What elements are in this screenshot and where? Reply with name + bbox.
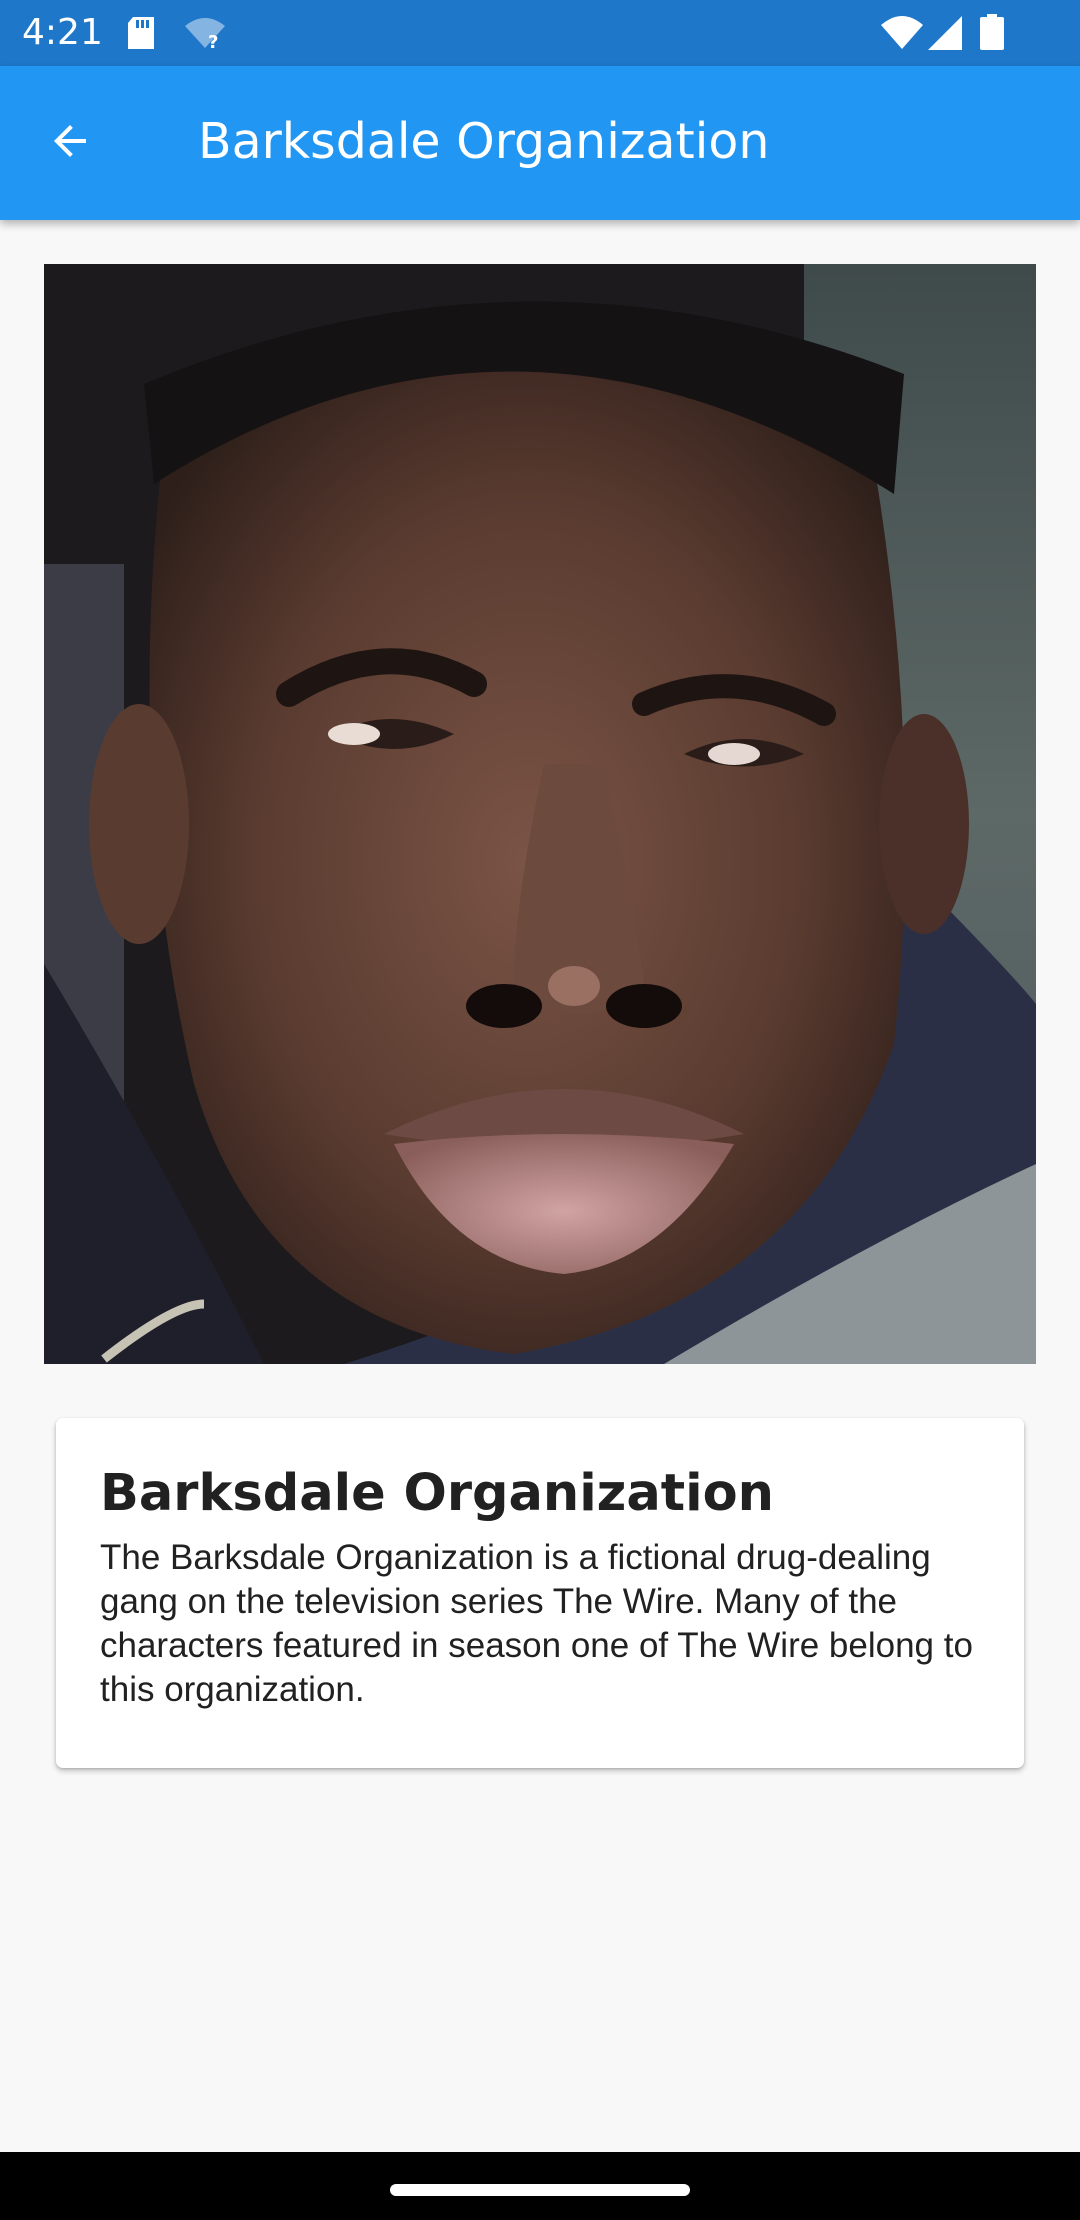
back-button[interactable]	[30, 103, 110, 183]
status-time: 4:21	[22, 12, 103, 53]
wifi-icon	[880, 16, 924, 54]
arrow-back-icon	[46, 117, 94, 169]
app-bar: Barksdale Organization	[0, 66, 1080, 220]
battery-icon	[980, 14, 1004, 54]
page-title: Barksdale Organization	[198, 113, 770, 170]
wifi-question-icon: ?	[184, 18, 226, 54]
info-card: Barksdale Organization The Barksdale Org…	[56, 1418, 1024, 1768]
home-gesture-handle[interactable]	[390, 2184, 690, 2196]
card-title: Barksdale Organization	[100, 1464, 774, 1523]
status-bar: 4:21 ?	[0, 0, 1080, 66]
svg-text:?: ?	[208, 32, 218, 50]
sd-card-icon	[128, 17, 154, 53]
character-portrait	[44, 264, 1036, 1364]
card-description: The Barksdale Organization is a fictiona…	[100, 1538, 973, 1709]
cell-signal-icon	[928, 16, 962, 54]
